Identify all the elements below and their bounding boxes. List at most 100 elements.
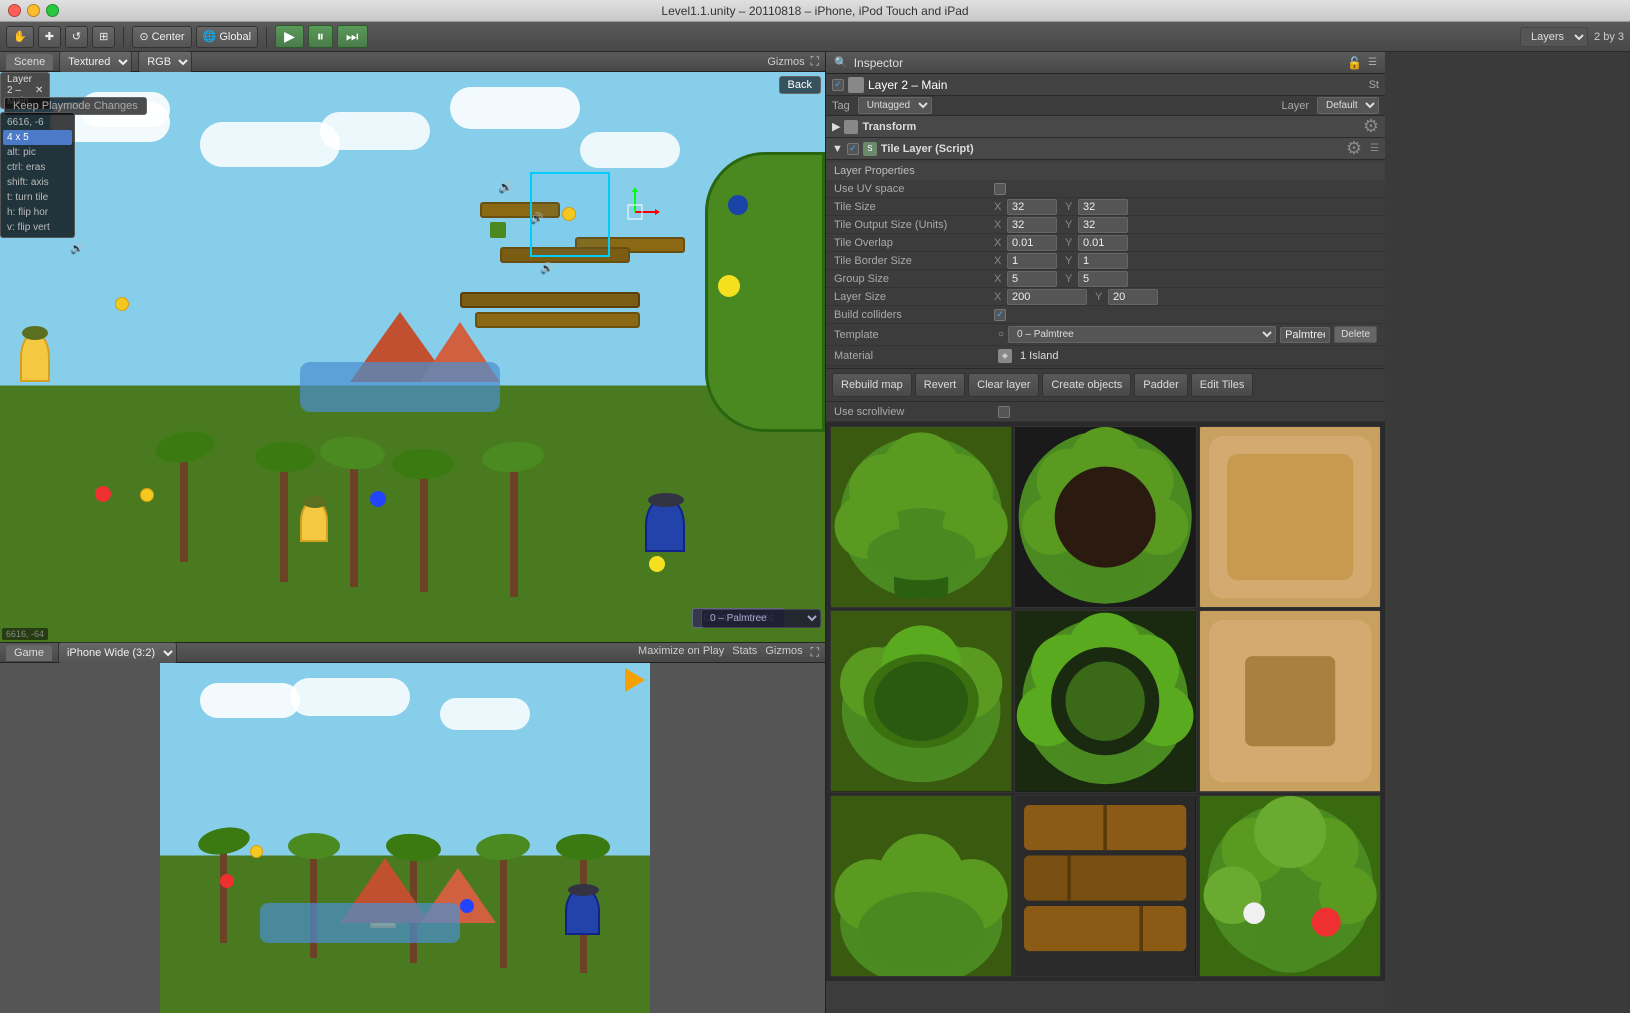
tool-ctrl-erase[interactable]: ctrl: eras xyxy=(3,160,72,175)
tool-shift-axis[interactable]: shift: axis xyxy=(3,175,72,190)
transform-component-header[interactable]: ▶ Transform ⚙ xyxy=(826,116,1385,138)
transform-gear-icon[interactable]: ⚙ xyxy=(1363,116,1379,137)
palmtree-select[interactable]: 0 – Palmtree xyxy=(701,609,821,628)
palm-leaves-5 xyxy=(481,439,545,474)
coord-display: 6616, -64 xyxy=(2,628,48,640)
tile-4[interactable] xyxy=(830,610,1012,792)
stats-button[interactable]: Stats xyxy=(732,645,757,660)
tile-overlap-y-input[interactable] xyxy=(1078,235,1128,251)
layer-size-y-input[interactable] xyxy=(1108,289,1158,305)
layer-tab-close[interactable]: ✕ xyxy=(35,85,43,96)
tile-border-x-input[interactable] xyxy=(1007,253,1057,269)
template-name-input[interactable] xyxy=(1280,327,1330,343)
layers-dropdown[interactable]: Layers xyxy=(1520,27,1588,47)
game-tab[interactable]: Game xyxy=(6,645,52,661)
build-colliders-checkbox[interactable] xyxy=(994,309,1006,321)
template-delete-button[interactable]: Delete xyxy=(1334,326,1377,343)
padder-button[interactable]: Padder xyxy=(1134,373,1187,397)
scale-tool-button[interactable]: ⊞ xyxy=(92,26,115,48)
palm-trunk-3 xyxy=(350,467,358,587)
minimize-button[interactable] xyxy=(27,4,40,17)
tool-flip-vert[interactable]: v: flip vert xyxy=(3,220,72,235)
group-size-x-input[interactable] xyxy=(1007,271,1057,287)
clear-layer-button[interactable]: Clear layer xyxy=(968,373,1039,397)
tile-layer-enabled-checkbox[interactable] xyxy=(847,143,859,155)
tile-output-y-input[interactable] xyxy=(1078,217,1128,233)
tile-overlap-x-label: X xyxy=(994,237,1004,249)
tile-layer-menu-icon[interactable]: ☰ xyxy=(1370,143,1379,154)
game-gizmos[interactable]: Gizmos xyxy=(765,645,802,660)
g-water xyxy=(260,903,460,943)
tile-layer-component-header[interactable]: ▼ S Tile Layer (Script) ⚙ ☰ xyxy=(826,138,1385,160)
tile-overlap-x-input[interactable] xyxy=(1007,235,1057,251)
tool-flip-hor[interactable]: h: flip hor xyxy=(3,205,72,220)
tile-size-row: Tile Size X Y xyxy=(826,198,1385,216)
create-objects-button[interactable]: Create objects xyxy=(1042,373,1131,397)
use-uv-checkbox[interactable] xyxy=(994,183,1006,195)
scene-tab[interactable]: Scene xyxy=(6,54,53,70)
tile-output-x-input[interactable] xyxy=(1007,217,1057,233)
close-button[interactable] xyxy=(8,4,21,17)
rotate-tool-button[interactable]: ↺ xyxy=(65,26,88,48)
tile-5[interactable] xyxy=(1014,610,1196,792)
tile-output-label: Tile Output Size (Units) xyxy=(834,219,994,231)
revert-button[interactable]: Revert xyxy=(915,373,965,397)
game-panel-header: Game iPhone Wide (3:2) Maximize on Play … xyxy=(0,643,825,663)
tile-layer-gear-icon[interactable]: ⚙ xyxy=(1346,138,1362,159)
g-palm-4 xyxy=(500,858,507,968)
palm-leaves-3 xyxy=(319,434,387,472)
back-button[interactable]: Back xyxy=(779,76,821,94)
render-mode-select[interactable]: Textured xyxy=(59,51,132,73)
tool-turn-tile[interactable]: t: turn tile xyxy=(3,190,72,205)
tile-grid xyxy=(826,422,1385,981)
layer-select[interactable]: Default xyxy=(1317,97,1379,114)
tile-size-y-input[interactable] xyxy=(1078,199,1128,215)
hand-tool-button[interactable]: ✋ xyxy=(6,26,34,48)
layer-label: Layer xyxy=(1281,100,1309,112)
window-controls[interactable] xyxy=(8,4,59,17)
tool-alt-pick[interactable]: alt: pic xyxy=(3,145,72,160)
pause-button[interactable]: ⏸ xyxy=(308,25,333,48)
platform-4 xyxy=(460,292,640,308)
use-scrollview-checkbox[interactable] xyxy=(998,406,1010,418)
template-select[interactable]: 0 – Palmtree xyxy=(1008,326,1276,343)
inspector-lock-icon[interactable]: 🔓 xyxy=(1347,56,1362,70)
tile-7[interactable] xyxy=(830,795,1012,977)
center-button[interactable]: ⊙ Center xyxy=(132,26,191,48)
scene-maximize-icon[interactable]: ⛶ xyxy=(811,54,819,69)
tile-9[interactable] xyxy=(1199,795,1381,977)
rgb-select[interactable]: RGB xyxy=(138,51,192,73)
bush-island-right xyxy=(705,152,825,432)
tool-size[interactable]: 4 x 5 xyxy=(3,130,72,145)
tag-select[interactable]: Untagged xyxy=(858,97,932,114)
tile-overlap-y-field: Y xyxy=(1065,235,1128,251)
object-active-checkbox[interactable] xyxy=(832,79,844,91)
tile-size-x-input[interactable] xyxy=(1007,199,1057,215)
layer-size-x-input[interactable] xyxy=(1007,289,1087,305)
tile-6[interactable] xyxy=(1199,610,1381,792)
page-indicator: 2 by 3 xyxy=(1594,31,1624,43)
group-size-y-input[interactable] xyxy=(1078,271,1128,287)
maximize-button[interactable] xyxy=(46,4,59,17)
layer-size-label: Layer Size xyxy=(834,291,994,303)
tile-3[interactable] xyxy=(1199,426,1381,608)
tile-1[interactable] xyxy=(830,426,1012,608)
tile-border-y-input[interactable] xyxy=(1078,253,1128,269)
game-maximize-icon[interactable]: ⛶ xyxy=(811,645,819,660)
tile-2[interactable] xyxy=(1014,426,1196,608)
tile-8[interactable] xyxy=(1014,795,1196,977)
play-button[interactable]: ▶ xyxy=(275,25,304,48)
rebuild-map-button[interactable]: Rebuild map xyxy=(832,373,912,397)
object-header: Layer 2 – Main St xyxy=(826,74,1385,96)
game-screen xyxy=(160,663,650,1013)
move-tool-button[interactable]: ✚ xyxy=(38,26,61,48)
maximize-on-play[interactable]: Maximize on Play xyxy=(638,645,724,660)
g-palm-leaves-5 xyxy=(556,834,610,860)
global-button[interactable]: 🌐 Global xyxy=(196,26,259,48)
tile-layer-label: Tile Layer (Script) xyxy=(881,143,974,155)
step-button[interactable]: ⏭ xyxy=(337,25,368,48)
edit-tiles-button[interactable]: Edit Tiles xyxy=(1191,373,1254,397)
material-label: Material xyxy=(834,350,994,362)
inspector-menu-icon[interactable]: ☰ xyxy=(1368,57,1377,68)
screen-size-select[interactable]: iPhone Wide (3:2) xyxy=(58,642,177,664)
